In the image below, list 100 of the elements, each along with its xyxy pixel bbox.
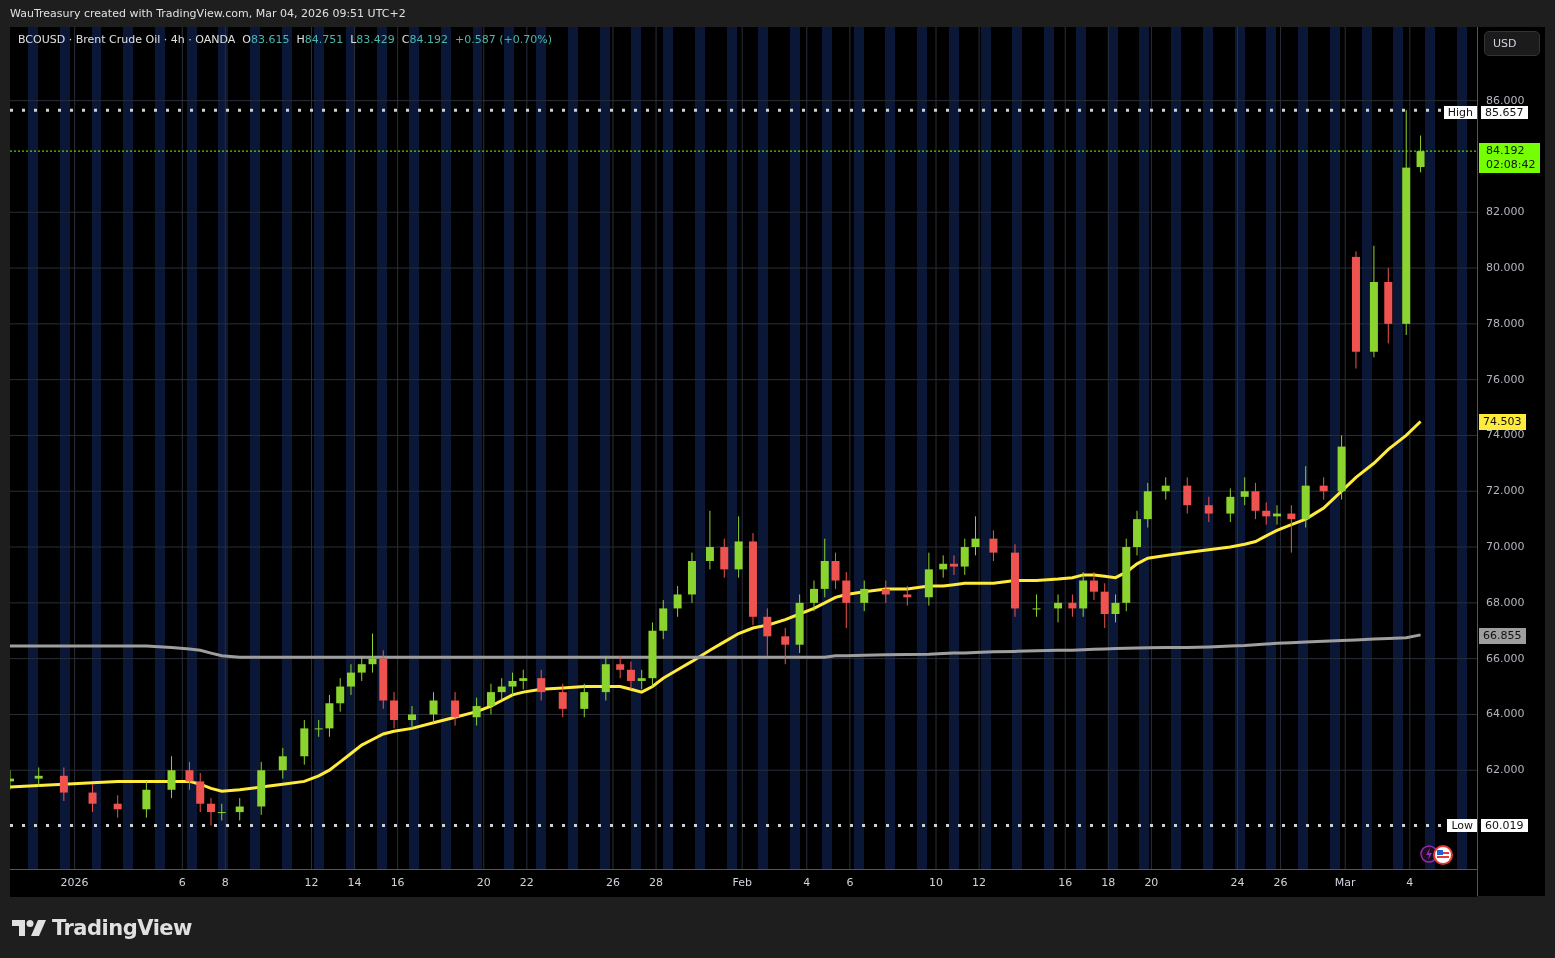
candlestick: [960, 538, 969, 576]
candlestick: [1416, 135, 1425, 173]
time-axis-label: 14: [347, 876, 362, 889]
candlestick: [860, 580, 869, 612]
price-axis-label: 78.000: [1486, 317, 1525, 330]
time-axis-label: Feb: [732, 876, 752, 889]
candlestick: [390, 691, 399, 729]
candlestick: [336, 677, 345, 713]
price-axis-label: 62.000: [1486, 764, 1525, 777]
candlestick: [88, 783, 97, 813]
time-axis-label: 26: [1273, 876, 1288, 889]
time-axis-label: 6: [178, 876, 186, 889]
symbol-title[interactable]: BCOUSD · Brent Crude Oil · 4h · OANDA: [18, 33, 236, 46]
price-change: +0.587 (+0.70%): [455, 33, 552, 46]
candlestick: [346, 663, 355, 696]
candlestick: [1226, 487, 1235, 523]
candlestick: [1204, 496, 1213, 523]
logo-text: TradingView: [52, 916, 192, 940]
time-axis-label: 8: [221, 876, 229, 889]
currency-button[interactable]: USD: [1484, 31, 1541, 56]
price-axis-label: 64.000: [1486, 708, 1525, 721]
time-axis-label: 16: [1058, 876, 1073, 889]
time-axis-label: 10: [929, 876, 943, 889]
time-axis-label: 24: [1230, 876, 1245, 889]
price-axis-label: 86.000: [1486, 94, 1525, 107]
candlestick: [989, 529, 998, 562]
candlestick: [167, 755, 176, 799]
candlestick: [408, 705, 416, 729]
candlestick: [626, 660, 635, 690]
time-axis-label: 12: [304, 876, 319, 889]
candlestick: [207, 797, 215, 826]
time-axis-label: 2026: [60, 876, 89, 889]
price-axis-label: 68.000: [1486, 596, 1525, 609]
ohlc-value: O83.615: [242, 33, 290, 46]
candlestick: [472, 697, 481, 727]
candlestick: [1111, 593, 1120, 623]
candlestick: [659, 599, 668, 640]
candlestick: [314, 719, 323, 738]
ohlc-value: H84.751: [296, 33, 344, 46]
candlestick: [842, 571, 851, 629]
time-axis-label: 16: [390, 876, 405, 889]
ohlc-value: L83.429: [350, 33, 395, 46]
moving-average-tag: 66.855: [1479, 627, 1526, 644]
candlestick: [537, 669, 546, 701]
price-axis-label: 82.000: [1486, 206, 1525, 219]
candlestick: [971, 515, 980, 556]
last-price-tag: 84.192 02:08:42: [1479, 143, 1541, 174]
logo-icon: [12, 920, 46, 936]
candlestick: [637, 669, 646, 690]
price-axis-label: 80.000: [1486, 262, 1525, 275]
time-axis-label: 18: [1101, 876, 1116, 889]
candlestick: [673, 585, 682, 618]
snapshot-credit: WauTreasury created with TradingView.com, Mar 04, 2026 09:51 UTC+2: [10, 7, 406, 20]
time-axis-label: 4: [803, 876, 811, 889]
candlestick: [809, 580, 818, 612]
candlestick: [451, 691, 460, 727]
candlestick: [1032, 593, 1041, 618]
candlestick: [142, 780, 151, 819]
candlestick: [1240, 476, 1249, 506]
price-axis-label: 72.000: [1486, 485, 1525, 498]
candlestick: [196, 772, 205, 813]
price-level-label: High: [1443, 106, 1478, 120]
price-axis-label: 74.000: [1486, 429, 1525, 442]
candlestick: [519, 669, 528, 690]
price-level-tag: 85.657: [1481, 106, 1528, 120]
time-axis-label: 22: [519, 876, 534, 889]
candlestick: [558, 683, 567, 718]
candlestick: [59, 766, 68, 802]
price-axis-label: 66.000: [1486, 652, 1525, 665]
time-axis-label: 4: [1406, 876, 1414, 889]
candlestick: [781, 627, 790, 665]
candlestick: [580, 683, 589, 718]
ohlc-value: C84.192: [401, 33, 448, 46]
price-axis-label: 70.000: [1486, 541, 1525, 554]
candlestick: [486, 683, 495, 715]
candlestick: [357, 655, 366, 682]
candlestick: [903, 585, 912, 607]
candlestick: [185, 761, 194, 791]
moving-average-tag: 74.503: [1479, 414, 1526, 431]
time-axis-label: 6: [846, 876, 854, 889]
candlestick: [1251, 482, 1260, 520]
candlestick: [429, 691, 438, 724]
time-axis-label: 12: [972, 876, 987, 889]
time-axis-label: Mar: [1334, 876, 1356, 889]
candlestick: [763, 607, 772, 657]
candlestick: [616, 655, 625, 679]
candlestick: [508, 672, 517, 696]
price-axis-label: 76.000: [1486, 373, 1525, 386]
candlestick: [720, 538, 729, 579]
candlestick: [831, 552, 840, 590]
candlestick: [278, 747, 287, 780]
candlestick: [1183, 476, 1192, 515]
time-axis-label: 20: [1144, 876, 1159, 889]
time-axis-label: 26: [606, 876, 620, 889]
candlestick: [34, 766, 43, 788]
time-axis-label: 20: [476, 876, 491, 889]
price-level-tag: 60.019: [1481, 818, 1528, 832]
candlestick: [1089, 571, 1098, 601]
time-axis-label: 28: [649, 876, 664, 889]
candlestick: [1100, 582, 1109, 629]
